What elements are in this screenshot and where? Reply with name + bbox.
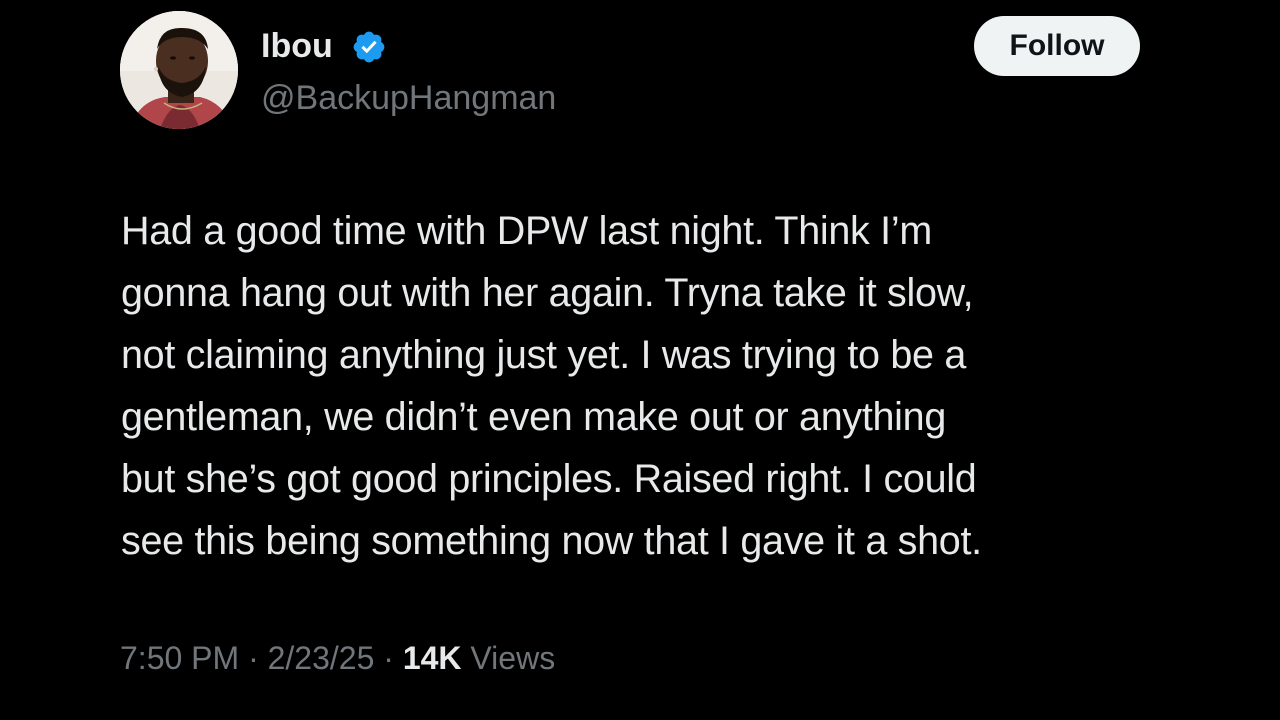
tweet-text: Had a good time with DPW last night. Thi… (121, 200, 1181, 572)
meta-separator: · (239, 640, 268, 676)
tweet-time[interactable]: 7:50 PM (120, 640, 239, 676)
tweet-card: Ibou @BackupHangman Follow Had a good ti… (0, 0, 1280, 720)
tweet-text-line: see this being something now that I gave… (121, 519, 982, 563)
avatar-image (120, 11, 238, 129)
views-count: 14K (402, 640, 462, 676)
tweet-text-line: but she’s got good principles. Raised ri… (121, 457, 977, 501)
tweet-text-line: not claiming anything just yet. I was tr… (121, 333, 967, 377)
tweet-text-line: gonna hang out with her again. Tryna tak… (121, 271, 974, 315)
views-label: Views (461, 640, 556, 676)
tweet-date[interactable]: 2/23/25 (268, 640, 375, 676)
profile-avatar[interactable] (120, 11, 238, 129)
follow-button[interactable]: Follow (974, 16, 1140, 76)
views-link[interactable]: 14K Views (403, 640, 555, 676)
tweet-metadata: 7:50 PM · 2/23/25 · 14K Views (120, 636, 555, 680)
tweet-text-line: Had a good time with DPW last night. Thi… (121, 209, 932, 253)
tweet-text-line: gentleman, we didn’t even make out or an… (121, 395, 946, 439)
author-handle[interactable]: @BackupHangman (261, 78, 556, 118)
meta-separator: · (374, 640, 403, 676)
verified-badge-icon (353, 31, 385, 63)
author-display-name[interactable]: Ibou (261, 26, 333, 66)
